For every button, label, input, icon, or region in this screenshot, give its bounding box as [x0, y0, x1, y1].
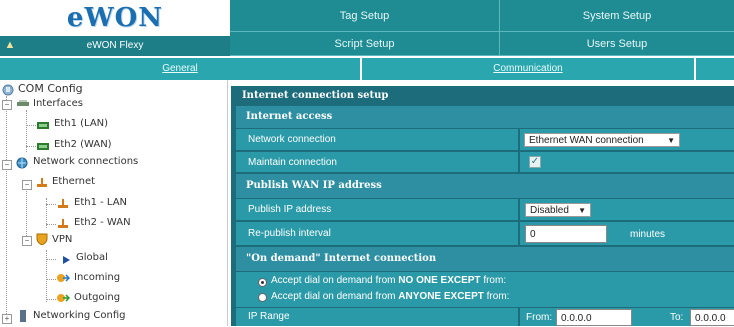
network-connection-value: Ethernet WAN connection: [529, 135, 644, 146]
maintain-connection-cell: ✓: [520, 152, 734, 173]
interfaces-icon: [16, 98, 30, 110]
tab-row: General Communication: [0, 58, 734, 80]
expand-icon[interactable]: +: [2, 314, 12, 324]
globe-icon: [16, 157, 30, 169]
publish-ip-cell: Disabled ▼: [520, 199, 734, 221]
tree-network-connections[interactable]: Network connections: [33, 156, 138, 167]
network-connection-cell: Ethernet WAN connection ▼: [520, 129, 734, 151]
tree-vpn-incoming[interactable]: Incoming: [74, 272, 120, 283]
radio-no-one-except[interactable]: [258, 278, 267, 287]
device-name-bar: ▲ eWON Flexy: [0, 36, 230, 56]
panel-title: Internet connection setup: [231, 86, 734, 106]
arrow-right-icon: [60, 254, 74, 266]
device-name: eWON Flexy: [86, 40, 144, 51]
incoming-icon: [56, 272, 71, 284]
ip-range-to-label: To:: [670, 312, 684, 323]
tree-line: [46, 204, 56, 205]
tree-eth1-lan-connection[interactable]: Eth1 - LAN: [74, 197, 127, 208]
nav-users-setup[interactable]: Users Setup: [500, 32, 734, 56]
tree-line: [46, 279, 56, 280]
tree-eth2-wan[interactable]: Eth2 (WAN): [54, 139, 112, 150]
dropdown-caret-icon: ▼: [578, 206, 586, 215]
tree-line: [46, 250, 47, 302]
maintain-connection-label: Maintain connection: [236, 152, 518, 173]
collapse-icon[interactable]: −: [22, 180, 32, 190]
ip-range-label: IP Range: [236, 308, 518, 326]
tab-communication[interactable]: Communication: [362, 58, 696, 80]
ethernet-icon: [56, 198, 70, 210]
tree-line: [46, 259, 56, 260]
publish-ip-select[interactable]: Disabled ▼: [525, 203, 591, 217]
eth-port-icon: [36, 119, 50, 131]
nav-system-setup[interactable]: System Setup: [500, 0, 734, 32]
networking-config-icon: [16, 310, 30, 322]
section-internet-access: Internet access: [236, 106, 734, 128]
tab-general[interactable]: General: [0, 58, 362, 80]
publish-ip-value: Disabled: [530, 205, 569, 216]
eth-port-icon: [36, 140, 50, 152]
collapse-icon[interactable]: −: [2, 100, 12, 110]
tree-vpn-global[interactable]: Global: [76, 252, 108, 263]
config-tree: COM Config − Interfaces Eth1 (LAN) Eth2 …: [0, 80, 228, 326]
republish-interval-label: Re-publish interval: [236, 222, 518, 246]
dropdown-caret-icon: ▼: [667, 136, 675, 145]
nav-script-setup[interactable]: Script Setup: [230, 32, 500, 56]
nav-tag-setup[interactable]: Tag Setup: [230, 0, 500, 32]
tree-eth1-lan[interactable]: Eth1 (LAN): [54, 118, 108, 129]
ethernet-icon: [56, 218, 70, 230]
tree-line: [26, 146, 36, 147]
republish-interval-cell: 0 minutes: [520, 222, 734, 246]
ip-range-cell: From: 0.0.0.0 To: 0.0.0.0: [520, 308, 734, 326]
ip-range-from-label: From:: [526, 312, 553, 323]
section-on-demand: "On demand" Internet connection: [236, 247, 734, 271]
tree-line: [46, 224, 56, 225]
home-icon[interactable]: ▲: [4, 39, 16, 52]
maintain-connection-checkbox[interactable]: ✓: [529, 156, 541, 168]
collapse-icon[interactable]: −: [22, 236, 32, 246]
ip-range-to-input[interactable]: 0.0.0.0: [690, 309, 734, 326]
tab-more[interactable]: [696, 58, 734, 80]
network-connection-select[interactable]: Ethernet WAN connection ▼: [524, 133, 680, 147]
ewon-logo: eWON: [0, 0, 230, 36]
vpn-shield-icon: [35, 233, 49, 246]
ip-range-from-input[interactable]: 0.0.0.0: [556, 309, 632, 326]
logo-text: eWON: [66, 3, 164, 33]
tree-line: [6, 96, 7, 322]
outgoing-icon: [56, 292, 71, 304]
tree-eth2-wan-connection[interactable]: Eth2 - WAN: [74, 217, 131, 228]
tree-ethernet[interactable]: Ethernet: [52, 176, 95, 187]
computer-icon: [2, 84, 16, 96]
republish-interval-unit: minutes: [630, 229, 666, 240]
on-demand-options: Accept dial on demand from NO ONE EXCEPT…: [236, 272, 734, 307]
tree-interfaces[interactable]: Interfaces: [33, 98, 83, 109]
option-anyone-except-label: Accept dial on demand from ANYONE EXCEPT…: [271, 291, 510, 302]
section-publish-wan-ip: Publish WAN IP address: [236, 174, 734, 198]
tree-line: [26, 125, 36, 126]
tree-vpn[interactable]: VPN: [52, 234, 72, 245]
option-no-one-except-label: Accept dial on demand from NO ONE EXCEPT…: [271, 275, 507, 286]
tree-networking-config[interactable]: Networking Config: [33, 310, 125, 321]
ethernet-icon: [35, 177, 49, 189]
tree-line: [46, 299, 56, 300]
radio-anyone-except[interactable]: [258, 293, 267, 302]
collapse-icon[interactable]: −: [2, 160, 12, 170]
tree-vpn-outgoing[interactable]: Outgoing: [74, 292, 120, 303]
republish-interval-input[interactable]: 0: [525, 225, 607, 243]
network-connection-label: Network connection: [236, 129, 518, 151]
tree-com-config[interactable]: COM Config: [18, 82, 83, 95]
publish-ip-label: Publish IP address: [236, 199, 518, 221]
